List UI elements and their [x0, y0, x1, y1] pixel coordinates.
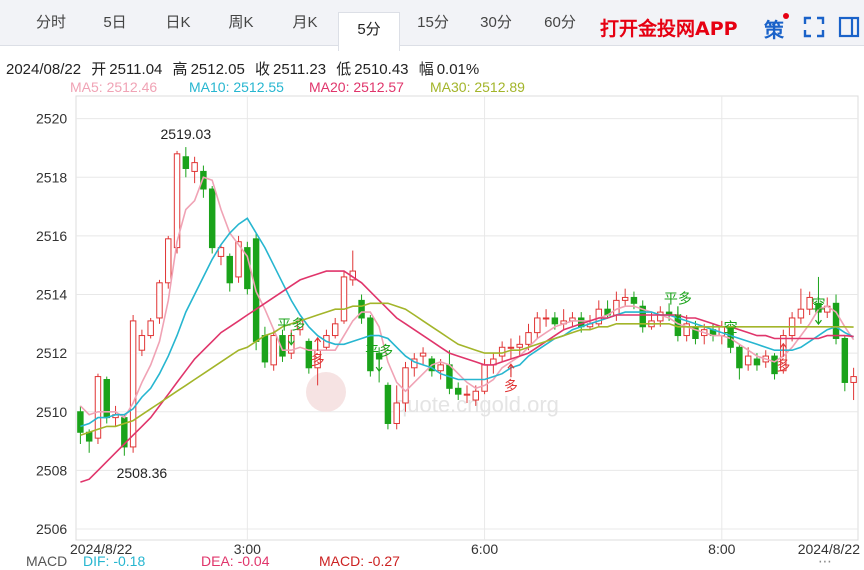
- x-tick-label: 6:00: [471, 541, 498, 557]
- y-tick-label: 2516: [36, 228, 67, 244]
- candle-up: [507, 346, 515, 349]
- candle-up: [191, 162, 198, 172]
- candle-up: [534, 317, 541, 334]
- candle-up: [850, 376, 857, 383]
- candle-down: [384, 384, 392, 424]
- macd-value: MACD: -0.27: [319, 553, 400, 569]
- candle-up: [525, 332, 532, 345]
- signal-label: 平多: [664, 290, 692, 307]
- candle-down: [182, 156, 190, 169]
- y-tick-label: 2518: [36, 169, 67, 185]
- candle-up: [621, 296, 629, 301]
- candle-up: [331, 323, 339, 337]
- candle-up: [156, 282, 163, 319]
- ma-line-ma5: [79, 176, 855, 419]
- candle-up: [340, 276, 348, 322]
- y-tick-label: 2508: [36, 462, 67, 478]
- candle-down: [261, 335, 269, 363]
- more-dots-icon[interactable]: ⋯: [818, 553, 832, 570]
- y-tick-label: 2510: [36, 404, 67, 420]
- candle-up: [613, 299, 620, 316]
- candle-up: [138, 335, 146, 351]
- candle-up: [516, 343, 523, 348]
- extreme-label: 2508.36: [117, 465, 168, 481]
- candle-up: [542, 317, 550, 320]
- y-tick-label: 2512: [36, 345, 67, 361]
- signal-label: 空: [811, 297, 825, 313]
- candle-up: [437, 364, 444, 372]
- candle-up: [463, 393, 471, 396]
- watermark-logo: [306, 372, 346, 412]
- signal-label: 平多: [365, 343, 393, 360]
- candle-up: [147, 320, 154, 337]
- signal-label: 多: [504, 378, 518, 395]
- signal-label: 多: [311, 352, 325, 369]
- signal-label: 平多: [277, 317, 305, 334]
- kline-chart[interactable]: 250625082510251225142516251825202024/8/2…: [0, 0, 864, 570]
- ma-line-ma20: [80, 270, 854, 483]
- y-tick-label: 2514: [36, 287, 67, 303]
- candle-down: [226, 255, 233, 284]
- candle-up: [393, 402, 400, 424]
- signal-label: 多: [776, 358, 790, 375]
- x-tick-label: 8:00: [708, 541, 735, 557]
- signal-label: 空: [724, 321, 738, 337]
- dif-value: DIF: -0.18: [83, 553, 146, 569]
- candle-down: [630, 296, 638, 304]
- candle-down: [753, 358, 761, 366]
- extreme-label: 2519.03: [161, 126, 212, 142]
- candle-up: [657, 311, 664, 322]
- candle-down: [736, 346, 743, 369]
- candle-up: [797, 308, 805, 319]
- candle-down: [208, 188, 216, 249]
- y-tick-label: 2506: [36, 521, 67, 537]
- candle-up: [165, 238, 172, 284]
- candle-up: [129, 320, 137, 448]
- macd-title: MACD: [26, 553, 68, 569]
- dea-value: DEA: -0.04: [201, 553, 270, 569]
- candle-down: [454, 387, 462, 395]
- candle-down: [841, 337, 849, 383]
- candle-down: [77, 411, 84, 433]
- candle-up: [270, 335, 277, 366]
- candle-up: [402, 367, 409, 404]
- candle-down: [358, 299, 365, 319]
- candle-down: [551, 317, 559, 325]
- candle-up: [472, 390, 480, 401]
- y-tick-label: 2520: [36, 111, 67, 127]
- candle-up: [419, 352, 427, 357]
- candle-down: [832, 302, 840, 339]
- candle-up: [744, 355, 752, 366]
